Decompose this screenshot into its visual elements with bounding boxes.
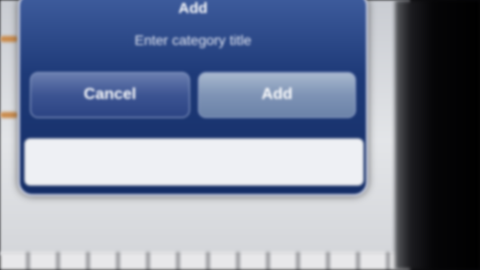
keyboard-top-edge — [0, 252, 410, 270]
add-button[interactable]: Add — [198, 72, 356, 118]
background-list-marker — [0, 36, 18, 42]
alert-dialog: Add Enter category title Cancel Add — [18, 0, 368, 196]
cancel-button-label: Cancel — [83, 86, 137, 103]
alert-title: Add — [178, 0, 208, 17]
background-list-marker — [0, 112, 18, 118]
add-button-label: Add — [261, 86, 293, 103]
alert-message: Enter category title — [134, 32, 252, 48]
device-bezel — [395, 0, 480, 270]
cancel-button[interactable]: Cancel — [30, 72, 190, 118]
category-title-input[interactable] — [24, 138, 364, 186]
